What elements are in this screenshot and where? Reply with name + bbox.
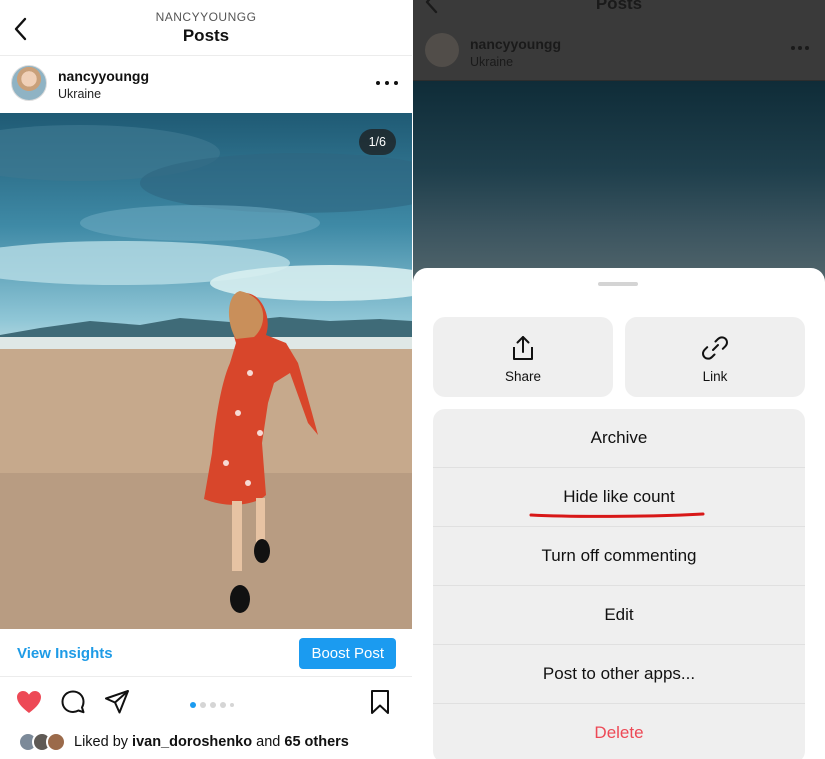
options-menu: Archive Hide like count Turn off comment… bbox=[433, 409, 805, 759]
liker-username[interactable]: ivan_doroshenko bbox=[132, 734, 252, 750]
share-label: Share bbox=[504, 369, 542, 384]
beach-photo bbox=[0, 125, 412, 629]
image-counter-badge: 1/6 bbox=[358, 129, 396, 155]
header-username: NANCYYOUNGG bbox=[155, 10, 257, 24]
send-icon[interactable] bbox=[104, 689, 130, 715]
liked-by-prefix: Liked by bbox=[74, 734, 129, 750]
avatar[interactable] bbox=[11, 65, 47, 101]
more-icon bbox=[791, 46, 809, 50]
liked-by-connector: and bbox=[256, 734, 281, 750]
carousel-dot bbox=[230, 703, 234, 707]
sheet-drag-handle[interactable] bbox=[598, 282, 638, 286]
edit-option[interactable]: Edit bbox=[433, 586, 805, 645]
avatar bbox=[425, 33, 459, 67]
post-image[interactable]: 1/6 bbox=[0, 113, 412, 629]
link-label: Link bbox=[702, 369, 728, 384]
highlight-underline bbox=[529, 512, 705, 518]
post-screen: NANCYYOUNGG Posts nancyyoungg Ukraine 1/… bbox=[0, 0, 412, 759]
others-count[interactable]: 65 others bbox=[284, 734, 348, 750]
link-icon bbox=[702, 336, 728, 360]
boost-post-button[interactable]: Boost Post bbox=[299, 638, 396, 669]
more-options-button[interactable] bbox=[376, 73, 398, 93]
delete-option[interactable]: Delete bbox=[433, 704, 805, 759]
post-username[interactable]: nancyyoungg bbox=[58, 68, 149, 84]
post-location[interactable]: Ukraine bbox=[58, 87, 101, 101]
post-username: nancyyoungg bbox=[470, 36, 562, 52]
dimmed-header: Posts nancyyoungg Ukraine bbox=[413, 0, 825, 80]
carousel-dot bbox=[200, 702, 206, 708]
page-title: Posts bbox=[595, 0, 643, 13]
post-location: Ukraine bbox=[470, 55, 514, 69]
share-icon bbox=[513, 336, 533, 360]
post-to-other-apps-option[interactable]: Post to other apps... bbox=[433, 645, 805, 704]
likes-summary[interactable]: Liked by ivan_doroshenko and 65 others bbox=[18, 731, 349, 753]
carousel-indicator bbox=[190, 702, 234, 708]
archive-option[interactable]: Archive bbox=[433, 409, 805, 468]
carousel-dot bbox=[190, 702, 196, 708]
post-options-screen: Posts nancyyoungg Ukraine Share Link Arc bbox=[413, 0, 825, 759]
carousel-dot bbox=[220, 702, 226, 708]
comment-icon[interactable] bbox=[60, 689, 86, 715]
heart-icon[interactable] bbox=[15, 689, 43, 715]
view-insights-link[interactable]: View Insights bbox=[17, 645, 113, 662]
turn-off-commenting-option[interactable]: Turn off commenting bbox=[433, 527, 805, 586]
avatar bbox=[46, 732, 66, 752]
page-title: Posts bbox=[182, 26, 230, 45]
post-options-sheet: Share Link Archive Hide like count Turn … bbox=[413, 268, 825, 759]
insights-bar: View Insights Boost Post bbox=[0, 629, 412, 677]
carousel-dot bbox=[210, 702, 216, 708]
post-action-bar bbox=[0, 684, 412, 724]
more-icon bbox=[376, 81, 380, 85]
post-header: nancyyoungg Ukraine bbox=[0, 56, 412, 112]
dimmed-post-image[interactable] bbox=[413, 81, 825, 281]
top-bar: NANCYYOUNGG Posts bbox=[0, 0, 412, 56]
bookmark-icon[interactable] bbox=[369, 689, 391, 715]
liker-avatars bbox=[18, 732, 68, 752]
link-button[interactable]: Link bbox=[625, 317, 805, 397]
share-button[interactable]: Share bbox=[433, 317, 613, 397]
